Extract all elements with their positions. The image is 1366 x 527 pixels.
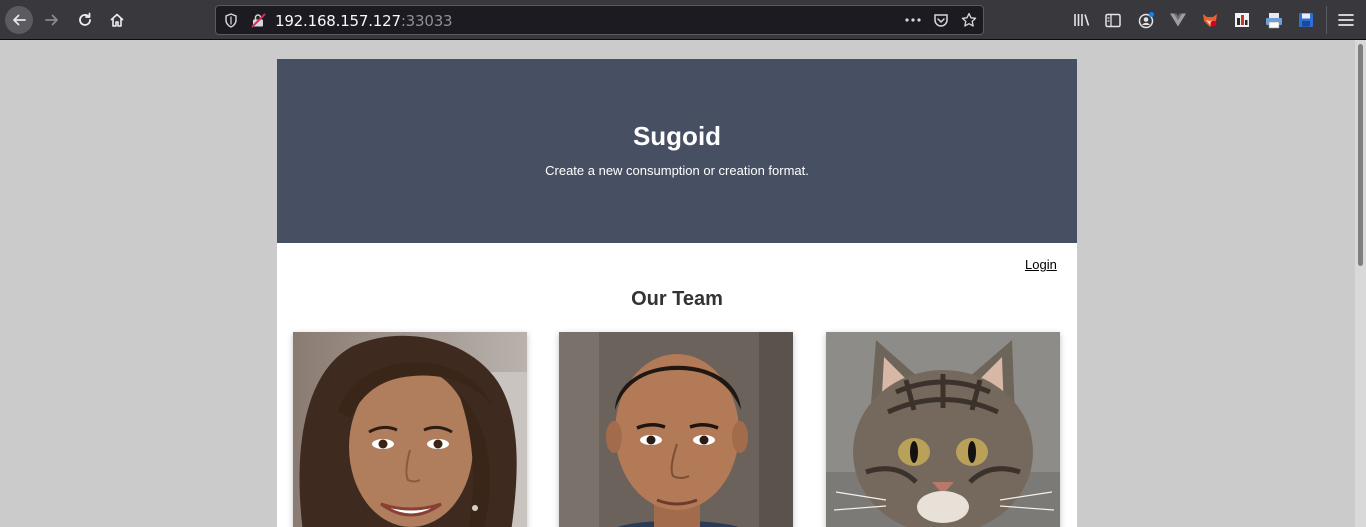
url-port: :33033 xyxy=(400,12,453,30)
url-host: 192.168.157.127 xyxy=(275,12,401,30)
star-icon[interactable] xyxy=(960,11,978,29)
arrow-left-icon xyxy=(13,14,26,26)
home-icon xyxy=(110,13,124,27)
site-tagline: Create a new consumption or creation for… xyxy=(545,163,809,178)
toolbar-divider xyxy=(1326,6,1327,34)
site-title: Sugoid xyxy=(632,121,722,151)
library-icon[interactable] xyxy=(1072,11,1092,29)
pocket-icon[interactable] xyxy=(932,11,950,29)
account-icon[interactable] xyxy=(1136,10,1156,30)
forward-button[interactable] xyxy=(38,6,66,34)
hamburger-menu-icon[interactable] xyxy=(1336,10,1356,30)
reload-button[interactable] xyxy=(71,6,99,34)
shield-icon[interactable] xyxy=(223,12,239,28)
vuejs-devtools-icon[interactable] xyxy=(1168,11,1188,29)
man-portrait-image xyxy=(559,332,793,527)
page-scrollbar[interactable] xyxy=(1355,40,1366,527)
save-icon[interactable] xyxy=(1296,10,1316,30)
page-container: Sugoid Create a new consumption or creat… xyxy=(277,59,1077,527)
team-member-photo-1 xyxy=(293,332,527,527)
hero-banner: Sugoid Create a new consumption or creat… xyxy=(277,59,1077,243)
back-button[interactable] xyxy=(5,6,33,34)
print-icon[interactable] xyxy=(1264,10,1284,30)
extension-icon[interactable] xyxy=(1232,10,1252,30)
foxyproxy-icon[interactable] xyxy=(1200,10,1220,30)
cat-portrait-image xyxy=(826,332,1060,527)
arrow-right-icon xyxy=(45,14,58,26)
insecure-lock-icon[interactable] xyxy=(250,12,266,28)
ellipsis-icon[interactable] xyxy=(904,13,922,27)
team-member-photo-3 xyxy=(826,332,1060,527)
address-bar[interactable]: 192.168.157.127:33033 xyxy=(215,5,984,35)
url-text: 192.168.157.127:33033 xyxy=(275,12,453,30)
sidebar-icon[interactable] xyxy=(1104,11,1122,29)
browser-toolbar: 192.168.157.127:33033 xyxy=(0,0,1366,40)
login-link[interactable]: Login xyxy=(1025,257,1057,272)
home-button[interactable] xyxy=(103,6,131,34)
scrollbar-thumb[interactable] xyxy=(1358,44,1363,266)
woman-portrait-image xyxy=(293,332,527,527)
team-heading: Our Team xyxy=(631,288,723,310)
team-member-photo-2 xyxy=(559,332,793,527)
reload-icon xyxy=(79,12,91,26)
